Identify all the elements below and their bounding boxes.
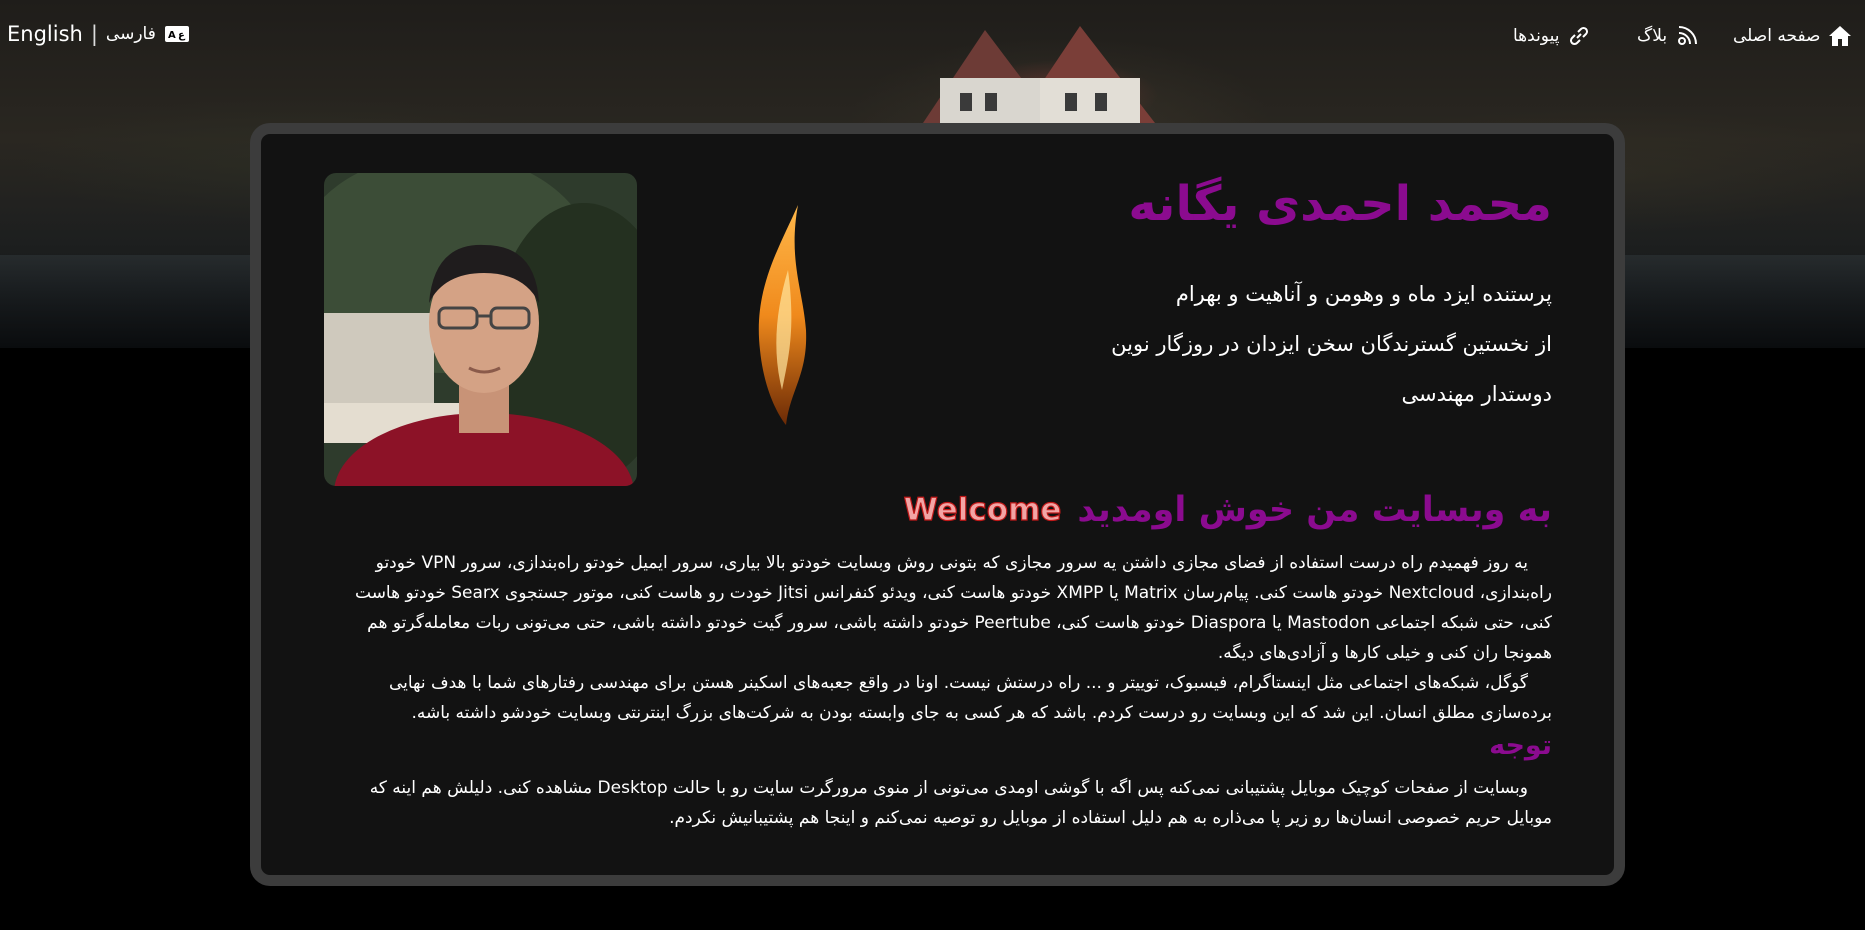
welcome-title: به وبسایت من خوش اومدید	[1077, 490, 1552, 530]
intro-paragraph-1: یه روز فهمیدم راه درست استفاده از فضای م…	[355, 553, 1552, 663]
language-switcher: English | فارسی A ع	[7, 22, 190, 46]
nav-home[interactable]: صفحه اصلی	[1733, 22, 1852, 50]
tagline-3: دوستدار مهندسی	[1401, 382, 1553, 406]
links-icon	[1570, 26, 1589, 46]
svg-text:ع: ع	[178, 30, 186, 41]
tagline-2: از نخستین گسترندگان سخن ایزدان در روزگار…	[1111, 332, 1552, 356]
language-icon: A ع	[164, 26, 189, 42]
nav-blog[interactable]: بلاگ	[1637, 22, 1699, 50]
profile-photo	[324, 173, 637, 486]
welcome-english-word: Welcome	[903, 491, 1062, 528]
top-navigation: صفحه اصلی بلاگ پیوندها English | فارسی A…	[0, 0, 1865, 72]
tagline-1: پرستنده ایزد ماه و وهومن و آناهیت و بهرا…	[1175, 282, 1552, 306]
language-english[interactable]: English	[7, 22, 83, 46]
flame-image	[758, 205, 807, 425]
nav-blog-label: بلاگ	[1637, 26, 1668, 46]
note-title: توجه	[1489, 730, 1552, 761]
home-icon	[1829, 26, 1852, 46]
language-separator: |	[90, 22, 98, 46]
blog-icon	[1678, 26, 1698, 45]
language-farsi[interactable]: فارسی	[106, 24, 156, 44]
nav-links-label: پیوندها	[1513, 26, 1560, 46]
intro-paragraph-2: گوگل، شبکه‌های اجتماعی مثل اینستاگرام، ف…	[388, 673, 1552, 723]
nav-links[interactable]: پیوندها	[1513, 22, 1591, 50]
nav-home-label: صفحه اصلی	[1733, 26, 1821, 46]
profile-name: محمد احمدی یگانه	[1128, 176, 1552, 232]
note-text: وبسایت از صفحات کوچیک موبایل پشتیبانی نم…	[369, 778, 1552, 828]
svg-text:A: A	[168, 30, 176, 41]
welcome-heading: به وبسایت من خوش اومدید Welcome	[903, 490, 1552, 530]
